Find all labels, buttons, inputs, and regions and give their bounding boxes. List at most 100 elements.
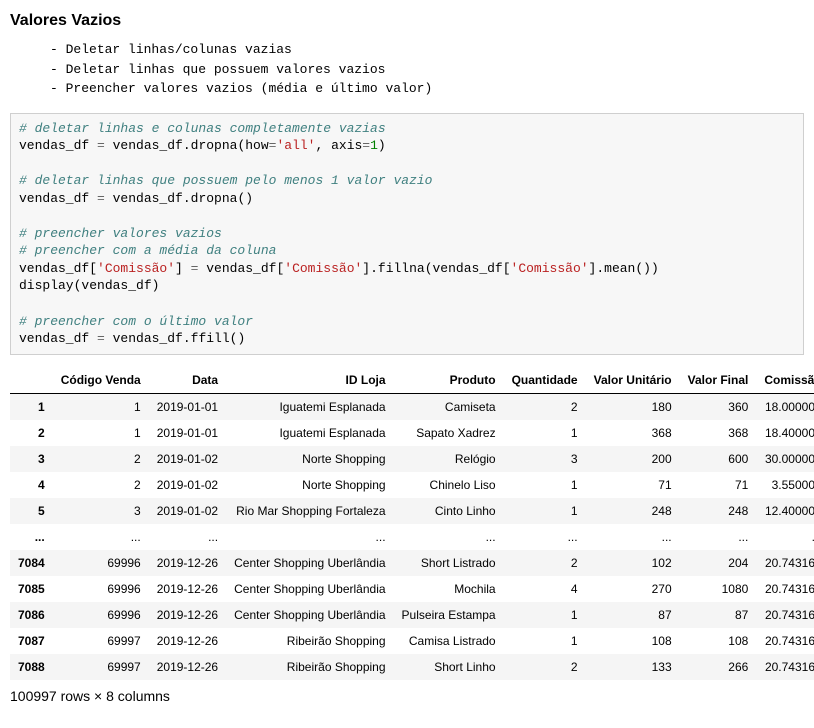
code-op: = [97, 331, 105, 346]
code-comment: # preencher com o último valor [19, 314, 253, 329]
cell: Camiseta [394, 393, 504, 420]
cell: 270 [586, 576, 680, 602]
code-op: = [97, 138, 105, 153]
code-text: vendas_df [19, 331, 97, 346]
column-header: Data [149, 367, 226, 394]
cell: 20.743163 [756, 576, 814, 602]
code-text: vendas_df.dropna(how [105, 138, 269, 153]
code-text: vendas_df[ [198, 261, 284, 276]
cell: 4 [504, 576, 586, 602]
code-comment: # deletar linhas que possuem pelo menos … [19, 173, 432, 188]
row-index: ... [10, 524, 53, 550]
cell: 2019-12-26 [149, 654, 226, 680]
cell: Chinelo Liso [394, 472, 504, 498]
code-text: ) [378, 138, 386, 153]
code-text: ] [175, 261, 191, 276]
table-row: 422019-01-02Norte ShoppingChinelo Liso17… [10, 472, 814, 498]
cell: 69997 [53, 628, 149, 654]
table-body: 112019-01-01Iguatemi EsplanadaCamiseta21… [10, 393, 814, 680]
cell: 2 [504, 393, 586, 420]
cell: Short Linho [394, 654, 504, 680]
cell: 3 [504, 446, 586, 472]
cell: 1 [504, 472, 586, 498]
cell: 71 [680, 472, 757, 498]
cell: 248 [586, 498, 680, 524]
cell: 69996 [53, 576, 149, 602]
cell: 18.400000 [756, 420, 814, 446]
cell: 2019-12-26 [149, 576, 226, 602]
cell: 2019-12-26 [149, 628, 226, 654]
cell: Ribeirão Shopping [226, 628, 393, 654]
table-row: 7085699962019-12-26Center Shopping Uberl… [10, 576, 814, 602]
cell: Iguatemi Esplanada [226, 420, 393, 446]
cell: 180 [586, 393, 680, 420]
cell: Ribeirão Shopping [226, 654, 393, 680]
cell: 600 [680, 446, 757, 472]
cell: 108 [586, 628, 680, 654]
cell: 87 [680, 602, 757, 628]
cell: Norte Shopping [226, 446, 393, 472]
cell: 360 [680, 393, 757, 420]
code-op: = [97, 191, 105, 206]
cell: 1 [504, 628, 586, 654]
column-header: Comissão [756, 367, 814, 394]
table-row: 7087699972019-12-26Ribeirão ShoppingCami… [10, 628, 814, 654]
cell: 20.743163 [756, 654, 814, 680]
bullet-item: Preencher valores vazios (média e último… [50, 79, 804, 99]
code-op: = [362, 138, 370, 153]
code-string: 'all' [276, 138, 315, 153]
code-string: 'Comissão' [511, 261, 589, 276]
cell: 102 [586, 550, 680, 576]
cell: 18.000000 [756, 393, 814, 420]
cell: 2019-01-02 [149, 498, 226, 524]
cell: 200 [586, 446, 680, 472]
row-index: 2 [10, 420, 53, 446]
code-text: vendas_df [19, 191, 97, 206]
column-header [10, 367, 53, 394]
table-row: 7084699962019-12-26Center Shopping Uberl… [10, 550, 814, 576]
row-index: 3 [10, 446, 53, 472]
row-index: 7088 [10, 654, 53, 680]
table-row: 532019-01-02Rio Mar Shopping FortalezaCi… [10, 498, 814, 524]
cell: 368 [680, 420, 757, 446]
cell: 2019-01-01 [149, 420, 226, 446]
cell: 2 [504, 654, 586, 680]
cell: 108 [680, 628, 757, 654]
cell: 87 [586, 602, 680, 628]
cell: 368 [586, 420, 680, 446]
cell: ... [53, 524, 149, 550]
code-cell: # deletar linhas e colunas completamente… [10, 113, 804, 355]
row-index: 7085 [10, 576, 53, 602]
cell: 12.400000 [756, 498, 814, 524]
cell: 1 [53, 393, 149, 420]
cell: 1 [504, 602, 586, 628]
column-header: Produto [394, 367, 504, 394]
cell: 2019-01-01 [149, 393, 226, 420]
cell: Mochila [394, 576, 504, 602]
cell: 2 [504, 550, 586, 576]
cell: ... [226, 524, 393, 550]
cell: 71 [586, 472, 680, 498]
bullet-list: Deletar linhas/colunas vazias Deletar li… [10, 40, 804, 99]
table-shape: 100997 rows × 8 columns [10, 688, 804, 704]
cell: 1 [504, 498, 586, 524]
code-text: display(vendas_df) [19, 278, 159, 293]
code-number: 1 [370, 138, 378, 153]
cell: 69996 [53, 602, 149, 628]
table-row: 112019-01-01Iguatemi EsplanadaCamiseta21… [10, 393, 814, 420]
cell: Cinto Linho [394, 498, 504, 524]
cell: Sapato Xadrez [394, 420, 504, 446]
row-index: 5 [10, 498, 53, 524]
bullet-item: Deletar linhas que possuem valores vazio… [50, 60, 804, 80]
code-comment: # preencher com a média da coluna [19, 243, 276, 258]
code-text: vendas_df[ [19, 261, 97, 276]
cell: 20.743163 [756, 628, 814, 654]
cell: 204 [680, 550, 757, 576]
cell: 248 [680, 498, 757, 524]
code-comment: # deletar linhas e colunas completamente… [19, 121, 386, 136]
column-header: Quantidade [504, 367, 586, 394]
cell: Center Shopping Uberlândia [226, 576, 393, 602]
cell: 30.000000 [756, 446, 814, 472]
table-row: 212019-01-01Iguatemi EsplanadaSapato Xad… [10, 420, 814, 446]
table-row: 7086699962019-12-26Center Shopping Uberl… [10, 602, 814, 628]
